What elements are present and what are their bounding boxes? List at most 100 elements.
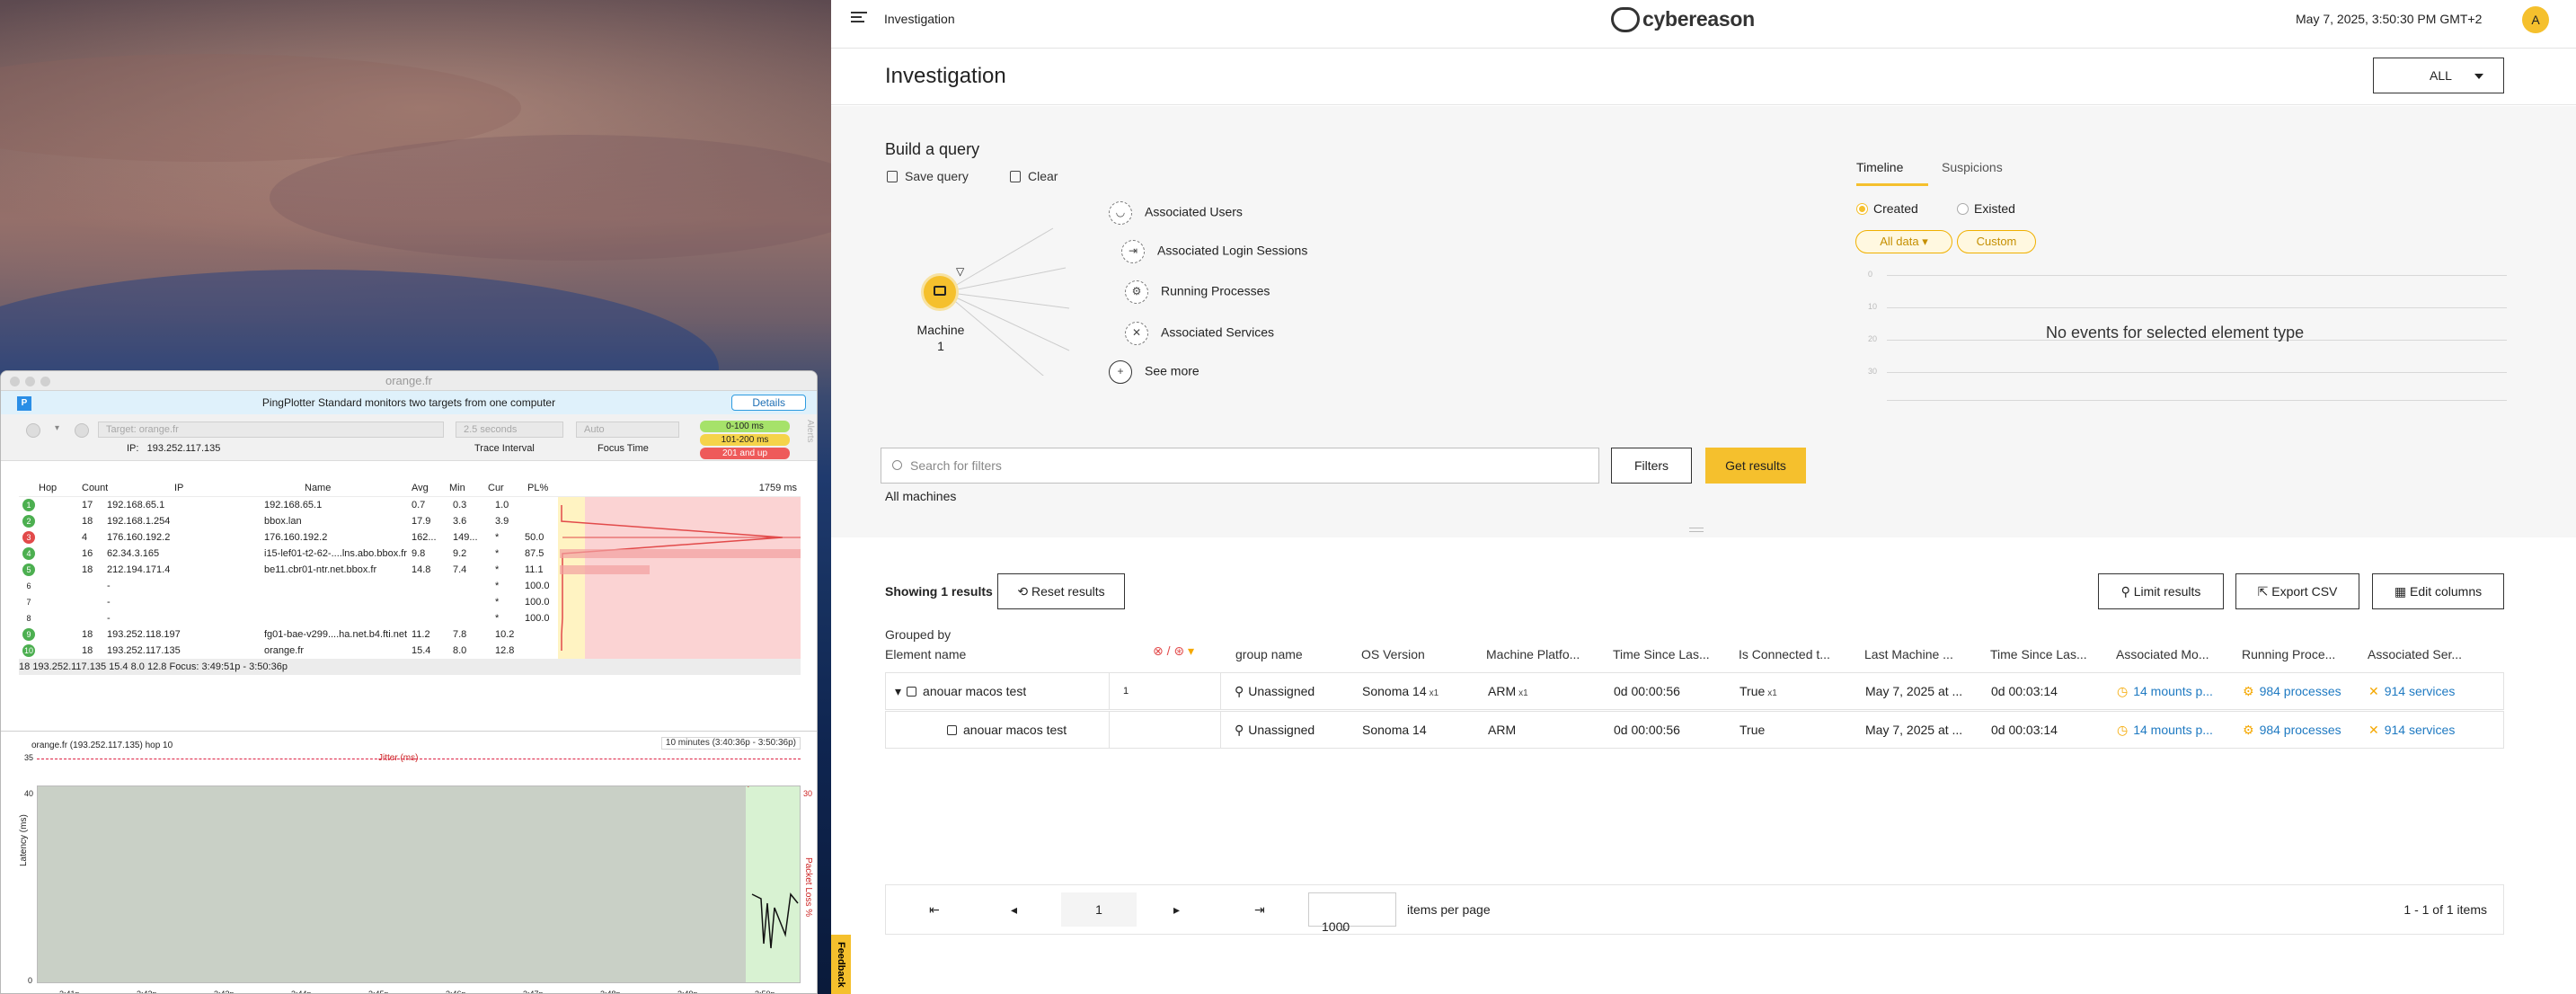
search-placeholder: Search for filters — [910, 458, 1002, 473]
group-row[interactable]: ▾ anouar macos test 1 ⚲ Unassigned Sonoma 14 x… — [885, 672, 2504, 710]
x-tick: 3:44p — [291, 990, 312, 994]
node-login-sessions[interactable]: ⇥ Associated Login Sessions — [1121, 240, 1307, 263]
hop-row[interactable]: 8 - * 100.0 — [19, 610, 801, 626]
alerts-tab[interactable]: Alerts — [805, 420, 815, 443]
radio-existed[interactable]: Existed — [1957, 201, 2015, 216]
grouped-by-label: Grouped by — [885, 627, 952, 642]
breadcrumb[interactable]: Investigation — [884, 12, 955, 26]
machine-node[interactable] — [921, 273, 959, 311]
hop-row[interactable]: 10 18 193.252.117.135 orange.fr 15.4 8.0 12.8 — [19, 643, 801, 659]
expand-icon[interactable]: ▾ — [895, 684, 901, 698]
hop-row[interactable]: 1 17 192.168.65.1 192.168.65.1 0.7 0.3 1.0 — [19, 497, 801, 513]
associated-services-link-cell[interactable]: ✕ 914 services — [2368, 684, 2455, 699]
scope-dropdown[interactable]: ALL — [2373, 58, 2504, 93]
running-processes-link[interactable]: 984 processes — [2260, 723, 2341, 737]
running-processes-link[interactable]: 984 processes — [2260, 684, 2341, 698]
associated-mounts-link-cell[interactable]: ◷ 14 mounts p... — [2117, 723, 2213, 738]
hop-row[interactable]: 4 16 62.34.3.165 i15-lef01-t2-62-....lns.ab… — [19, 546, 801, 562]
filters-button[interactable]: Filters — [1611, 448, 1692, 484]
edit-columns-button[interactable]: ▦ Edit columns — [2372, 573, 2504, 609]
feedback-tab[interactable]: Feedback — [831, 935, 851, 994]
os-version: Sonoma 14 — [1362, 723, 1427, 737]
clear-button[interactable]: Clear — [1010, 169, 1058, 183]
node-associated-services[interactable]: ✕ Associated Services — [1125, 322, 1274, 345]
tab-timeline[interactable]: Timeline — [1856, 160, 1903, 174]
page-size-select[interactable]: 1000 ⌄ — [1308, 892, 1396, 934]
tab-suspicions[interactable]: Suspicions — [1942, 160, 2003, 174]
node-running-processes[interactable]: ⚙ Running Processes — [1125, 280, 1270, 304]
associated-mounts-link[interactable]: 14 mounts p... — [2133, 723, 2213, 737]
see-more-button[interactable]: + See more — [1109, 360, 1199, 384]
col-time-since-last-2[interactable]: Time Since Las... — [1990, 647, 2107, 661]
col-group-name[interactable]: group name — [1235, 647, 1303, 661]
zoom-window-button[interactable] — [40, 377, 50, 386]
time-range-select[interactable]: 10 minutes (3:40:36p - 3:50:36p) — [660, 737, 801, 750]
get-results-button[interactable]: Get results — [1705, 448, 1806, 484]
filter-search-input[interactable]: Search for filters — [881, 448, 1599, 484]
custom-button[interactable]: Custom — [1957, 230, 2036, 253]
group-count: 1 — [1123, 686, 1129, 697]
col-element-name[interactable]: Element name — [885, 647, 966, 661]
hop-row[interactable]: 5 18 212.194.171.4 be11.cbr01-ntr.net.bbox.… — [19, 562, 801, 578]
col-time-since-last[interactable]: Time Since Las... — [1613, 647, 1730, 661]
associated-services-link[interactable]: 914 services — [2385, 684, 2456, 698]
details-button[interactable]: Details — [731, 395, 806, 411]
node-associated-users[interactable]: ◡ Associated Users — [1109, 201, 1243, 225]
minimize-window-button[interactable] — [25, 377, 35, 386]
first-page-icon[interactable]: ⇤ — [929, 902, 940, 918]
hop-min: 7.4 — [453, 564, 467, 575]
col-running-processes[interactable]: Running Proce... — [2242, 647, 2359, 661]
gear-icon: ⚙ — [1125, 280, 1148, 304]
target-input[interactable]: Target: orange.fr — [98, 422, 444, 438]
avatar[interactable]: A — [2522, 6, 2549, 33]
close-window-button[interactable] — [10, 377, 20, 386]
associated-services-link-cell[interactable]: ✕ 914 services — [2368, 723, 2455, 738]
hop-summary-row: 18 193.252.117.135 15.4 8.0 12.8 Focus: … — [19, 659, 801, 675]
hop-row[interactable]: 6 - * 100.0 — [19, 578, 801, 594]
col-os-version[interactable]: OS Version — [1361, 647, 1478, 661]
trace-interval-label: Trace Interval — [474, 443, 535, 454]
time-since-last-2: 0d 00:03:14 — [1991, 684, 2058, 698]
chevron-down-icon[interactable]: ▾ — [55, 423, 59, 433]
export-csv-button[interactable]: ⇱ Export CSV — [2235, 573, 2359, 609]
resize-handle[interactable] — [1689, 528, 1704, 532]
all-data-dropdown[interactable]: All data ▾ — [1855, 230, 1952, 253]
col-is-connected[interactable]: Is Connected t... — [1739, 647, 1855, 661]
trace-interval-select[interactable]: 2.5 seconds — [456, 422, 563, 438]
table-row[interactable]: anouar macos test ⚲ Unassigned Sonoma 14 ARM… — [885, 711, 2504, 749]
timeline-tick: 20 — [1868, 334, 1878, 343]
radio-created[interactable]: Created — [1856, 201, 1918, 216]
last-page-icon[interactable]: ⇥ — [1254, 902, 1265, 918]
check-icon[interactable] — [75, 423, 89, 438]
hop-row[interactable]: 9 18 193.252.118.197 fg01-bae-v299....ha.ne… — [19, 626, 801, 643]
limit-results-button[interactable]: ⚲ Limit results — [2098, 573, 2224, 609]
menu-icon[interactable] — [851, 12, 867, 24]
running-processes-link-cell[interactable]: ⚙ 984 processes — [2243, 723, 2341, 738]
process-icon: ⚙ — [2243, 723, 2254, 737]
associated-mounts-link-cell[interactable]: ◷ 14 mounts p... — [2117, 684, 2213, 699]
hop-min: 9.2 — [453, 548, 467, 559]
hop-row[interactable]: 7 - * 100.0 — [19, 594, 801, 610]
hop-row[interactable]: 2 18 192.168.1.254 bbox.lan 17.9 3.6 3.9 — [19, 513, 801, 529]
col-machine-platform[interactable]: Machine Platfo... — [1486, 647, 1603, 661]
reset-results-button[interactable]: ⟲ Reset results — [997, 573, 1125, 609]
count-badge: x1 — [1518, 688, 1528, 698]
save-query-button[interactable]: Save query — [887, 169, 969, 183]
col-associated-services[interactable]: Associated Ser... — [2368, 647, 2493, 661]
filter-icon[interactable]: ▽ — [956, 265, 964, 278]
col-associated-mounts[interactable]: Associated Mo... — [2116, 647, 2233, 661]
associated-mounts-link[interactable]: 14 mounts p... — [2133, 684, 2213, 698]
page-number-input[interactable]: 1 — [1061, 892, 1137, 927]
associated-services-link[interactable]: 914 services — [2385, 723, 2456, 737]
hop-pl: 50.0 — [525, 532, 544, 543]
hop-row[interactable]: 3 4 176.160.192.2 176.160.192.2 162... 149...… — [19, 529, 801, 546]
next-page-icon[interactable]: ▸ — [1173, 902, 1180, 918]
window-title: orange.fr — [385, 374, 433, 387]
pause-icon[interactable] — [26, 423, 40, 438]
focus-time-select[interactable]: Auto — [576, 422, 679, 438]
running-processes-link-cell[interactable]: ⚙ 984 processes — [2243, 684, 2341, 699]
suspicion-filter-icons[interactable]: ⊗ / ⊛ ▾ — [1153, 643, 1194, 659]
hop-avg: 14.8 — [412, 564, 431, 575]
prev-page-icon[interactable]: ◂ — [1011, 902, 1017, 918]
col-last-machine[interactable]: Last Machine ... — [1864, 647, 1981, 661]
